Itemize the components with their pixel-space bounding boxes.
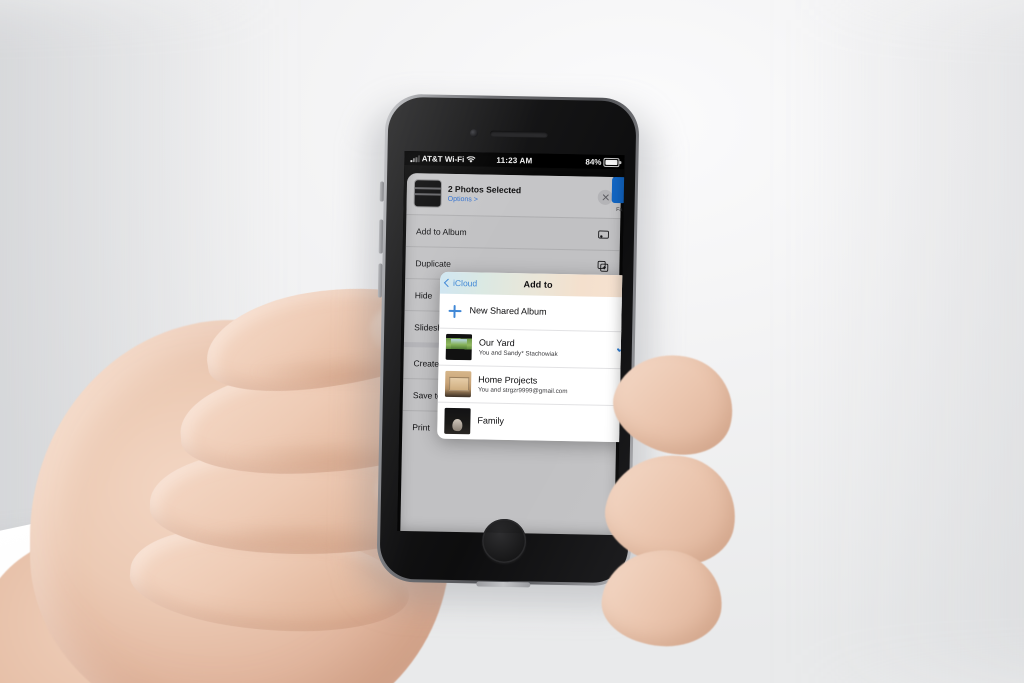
options-link[interactable]: Options > <box>448 194 591 206</box>
volume-up-button[interactable] <box>378 219 384 254</box>
share-action-label: Duplicate <box>415 257 451 269</box>
add-to-album-icon <box>597 228 610 241</box>
bottom-speaker <box>476 581 531 588</box>
album-thumbnail-cat <box>444 407 471 435</box>
edge-blue-button[interactable] <box>611 176 625 204</box>
album-list: New Shared Album Our Yard You and Sandy* S… <box>437 293 625 443</box>
duplicate-icon <box>596 260 609 273</box>
album-item-texts: New Shared Album <box>469 305 614 319</box>
chevron-right-icon <box>620 309 625 319</box>
share-sheet-header: 2 Photos Selected Options > <box>406 173 622 219</box>
share-action-label: Add to Album <box>415 225 467 237</box>
status-bar-right: 84% <box>585 157 620 168</box>
add-to-album-popover: iCloud Add to New Shared Album Our Yard Yo… <box>437 271 625 443</box>
album-item-texts: Home Projects You and strgzr9999@gmail.co… <box>478 374 625 398</box>
battery-percent-label: 84% <box>585 157 602 167</box>
silent-switch[interactable] <box>379 181 385 202</box>
share-sheet-texts: 2 Photos Selected Options > <box>448 184 591 207</box>
edge-partial-label: Fa <box>616 207 623 214</box>
iphone-device: AT&T Wi-Fi 11:23 AM 84% 2 Photos Selecte… <box>359 93 656 607</box>
phone-screen: AT&T Wi-Fi 11:23 AM 84% 2 Photos Selecte… <box>397 150 625 536</box>
battery-icon <box>603 157 620 168</box>
share-action-label: Hide <box>414 289 433 301</box>
thumb <box>597 340 804 651</box>
close-icon[interactable] <box>597 189 613 205</box>
album-item-texts: Our Yard You and Sandy* Stachowiak <box>479 337 609 360</box>
album-list-item[interactable]: Home Projects You and strgzr9999@gmail.co… <box>437 365 625 407</box>
album-list-item[interactable]: New Shared Album <box>439 293 625 333</box>
share-action-row[interactable]: Add to Album <box>405 214 621 251</box>
album-item-texts: Family <box>477 416 624 431</box>
thumb-segment-low <box>598 545 726 651</box>
phone-body: AT&T Wi-Fi 11:23 AM 84% 2 Photos Selecte… <box>379 96 637 584</box>
album-thumbnail-home <box>444 370 472 398</box>
album-item-title: New Shared Album <box>469 305 547 317</box>
background-shadow-right <box>804 0 1024 683</box>
popover-title: Add to <box>523 279 553 290</box>
album-list-item[interactable]: Family <box>437 403 624 443</box>
share-action-label: Print <box>412 421 430 433</box>
photo-scene: AT&T Wi-Fi 11:23 AM 84% 2 Photos Selecte… <box>0 0 1024 683</box>
plus-icon <box>446 303 462 319</box>
volume-down-button[interactable] <box>377 263 383 298</box>
album-thumbnail-yard <box>445 333 473 361</box>
popover-navbar: iCloud Add to <box>439 271 625 298</box>
album-list-item[interactable]: Our Yard You and Sandy* Stachowiak <box>438 328 625 370</box>
thumb-segment-top <box>602 340 746 468</box>
album-item-subtitle: You and strgzr9999@gmail.com <box>477 386 568 395</box>
photo-stack-thumbnail <box>414 180 442 207</box>
album-item-subtitle: You and Sandy* Stachowiak <box>478 349 558 358</box>
earpiece-speaker <box>489 130 549 138</box>
album-item-title: Family <box>477 415 505 427</box>
